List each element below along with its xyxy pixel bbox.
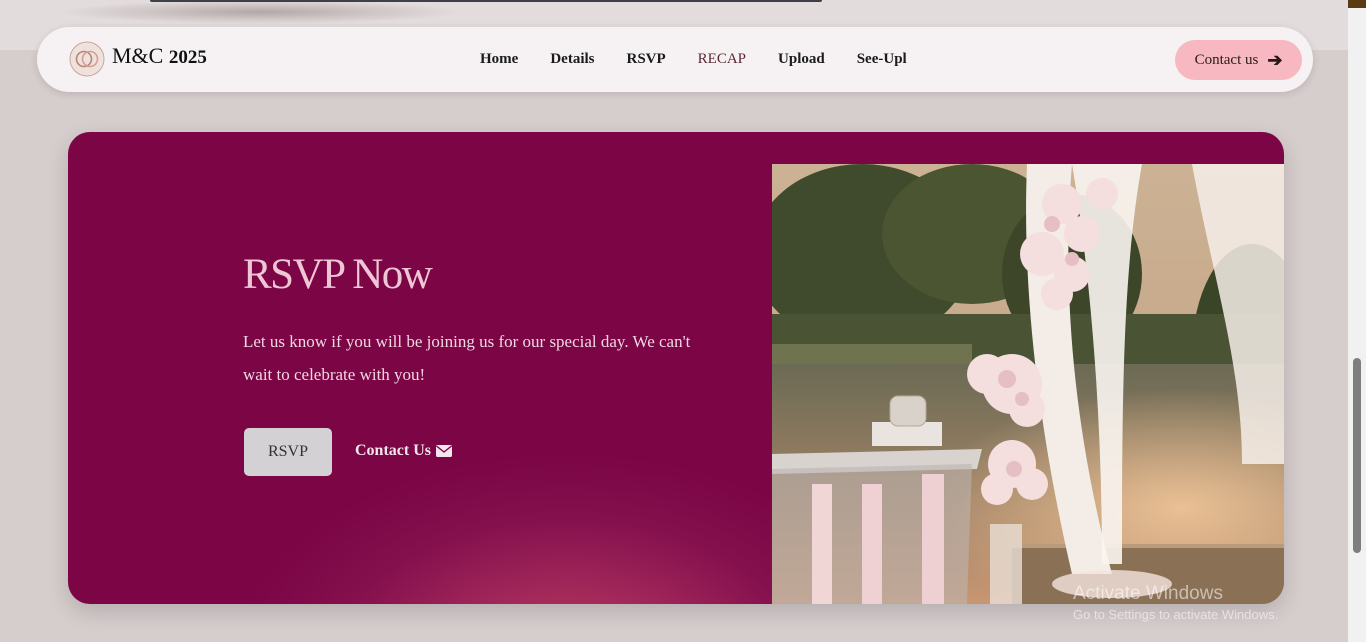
navbar: M&C 2025 Home Details RSVP RECAP Upload … bbox=[37, 27, 1313, 92]
wedding-arch-photo bbox=[772, 164, 1284, 604]
rsvp-button[interactable]: RSVP bbox=[244, 428, 332, 476]
scrollbar-thumb[interactable] bbox=[1353, 358, 1361, 553]
nav-rsvp[interactable]: RSVP bbox=[627, 51, 666, 68]
windows-activation-watermark: Activate Windows Go to Settings to activ… bbox=[1073, 583, 1278, 622]
nav-upload[interactable]: Upload bbox=[778, 51, 825, 68]
brand-logo[interactable]: M&C 2025 bbox=[69, 41, 207, 77]
contact-us-link[interactable]: Contact Us bbox=[355, 442, 452, 460]
brand-year: 2025 bbox=[168, 47, 207, 68]
watermark-subtitle: Go to Settings to activate Windows. bbox=[1073, 607, 1279, 622]
contact-us-link-label: Contact Us bbox=[355, 442, 431, 459]
nav-see-upl[interactable]: See-Upl bbox=[857, 51, 907, 68]
main-nav: Home Details RSVP RECAP Upload See-Upl bbox=[480, 51, 939, 68]
brand-name: M&C 2025 bbox=[112, 43, 207, 69]
nav-details[interactable]: Details bbox=[550, 51, 594, 68]
watermark-title: Activate Windows bbox=[1073, 583, 1223, 604]
contact-us-button[interactable]: Contact us ➔ bbox=[1175, 40, 1302, 80]
top-shadow bbox=[60, 0, 460, 24]
contact-us-label: Contact us bbox=[1194, 51, 1259, 68]
top-bar-edge bbox=[150, 0, 822, 2]
envelope-icon bbox=[436, 445, 452, 457]
nav-home[interactable]: Home bbox=[480, 51, 518, 68]
hero-text: Let us know if you will be joining us fo… bbox=[243, 332, 691, 384]
arrow-right-icon: ➔ bbox=[1267, 49, 1283, 70]
vertical-scrollbar[interactable] bbox=[1348, 8, 1366, 642]
nav-recap[interactable]: RECAP bbox=[698, 51, 746, 68]
rsvp-hero: RSVP Now Let us know if you will be join… bbox=[68, 132, 1284, 604]
logo-rings-icon bbox=[69, 41, 105, 77]
wedding-photo-illustration bbox=[772, 164, 1284, 604]
hero-title: RSVP Now bbox=[243, 251, 433, 298]
brand-initials: M&C bbox=[112, 43, 164, 68]
